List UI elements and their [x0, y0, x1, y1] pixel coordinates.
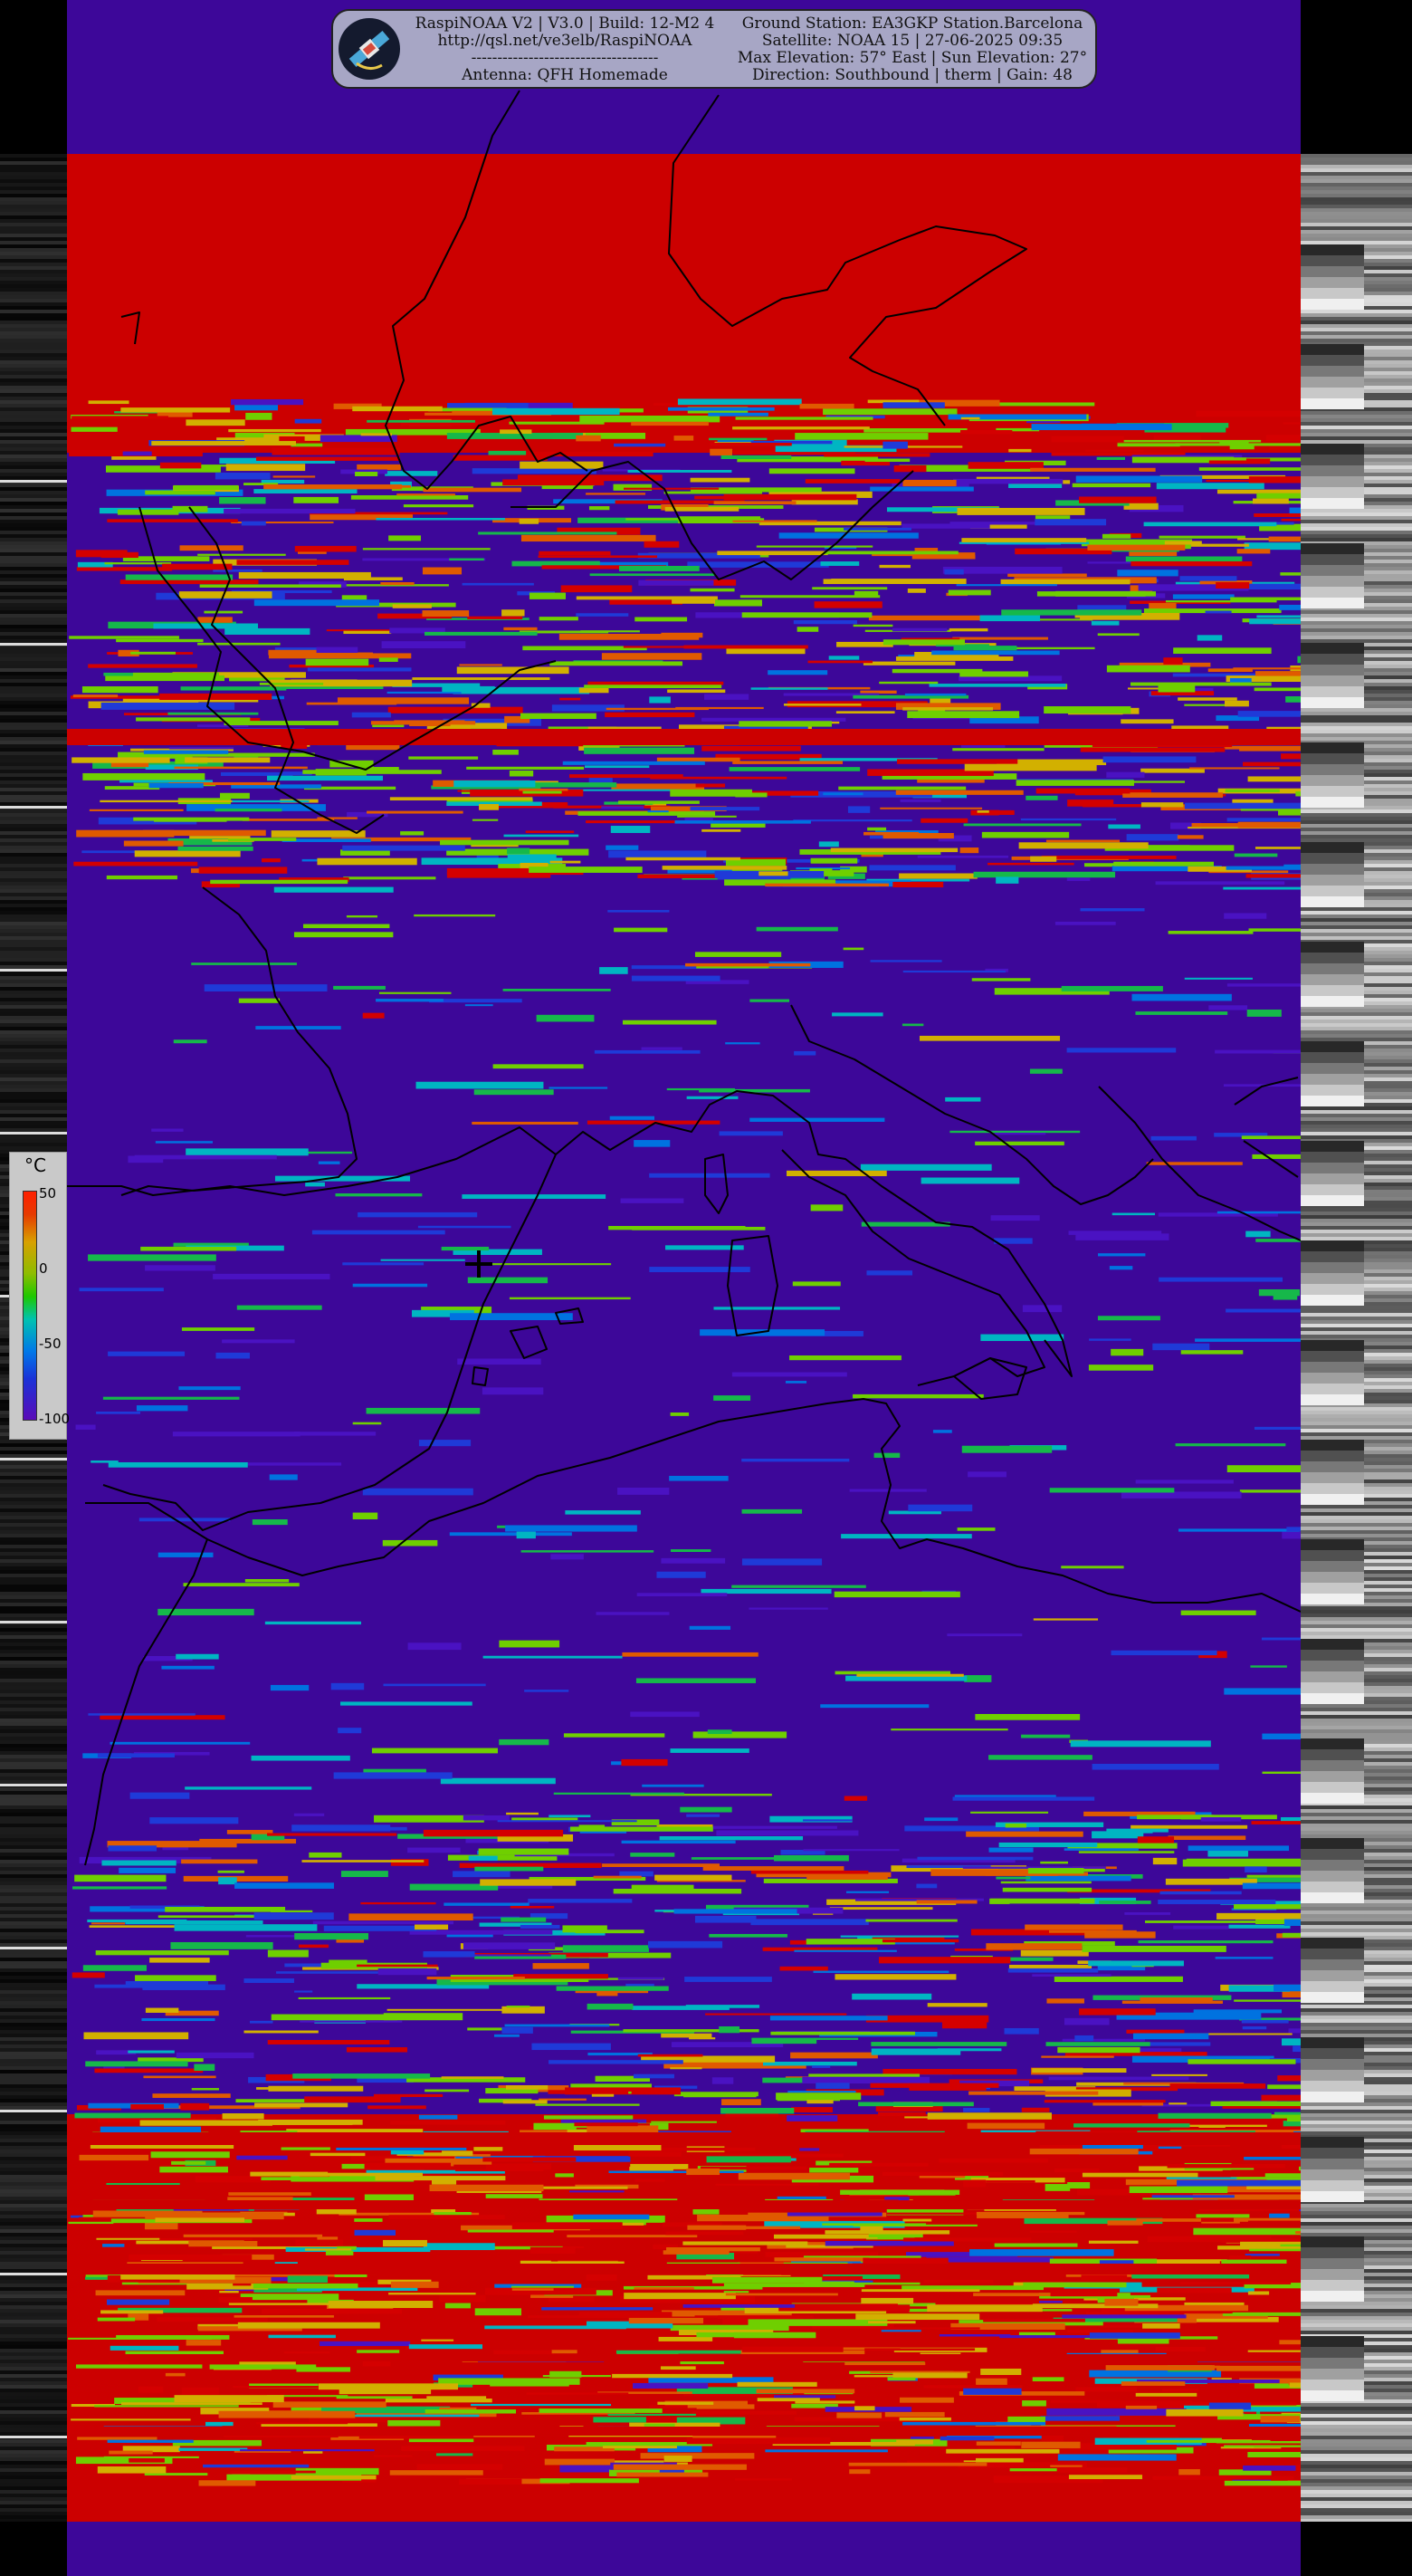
antenna-info: Antenna: QFH Homemade	[462, 66, 668, 84]
software-version: RaspiNOAA V2 | V3.0 | Build: 12-M2 4	[415, 14, 715, 33]
legend-tick-minus-100: -100	[39, 1411, 71, 1427]
crosshair-icon	[465, 1250, 492, 1278]
satellite-logo-icon	[339, 18, 400, 80]
software-info: RaspiNOAA V2 | V3.0 | Build: 12-M2 4 htt…	[402, 15, 728, 84]
pass-info-panel: RaspiNOAA V2 | V3.0 | Build: 12-M2 4 htt…	[331, 9, 1097, 89]
ground-station: Ground Station: EA3GKP Station.Barcelona	[741, 14, 1083, 33]
elevation-info: Max Elevation: 57° East | Sun Elevation:…	[737, 49, 1088, 67]
legend-unit: °C	[24, 1154, 46, 1176]
satellite-datetime: Satellite: NOAA 15 | 27-06-2025 09:35	[761, 32, 1064, 50]
legend-color-bar	[23, 1191, 37, 1421]
temperature-legend: °C 50 0 -50 -100	[9, 1152, 71, 1440]
legend-tick-minus-50: -50	[39, 1336, 62, 1352]
direction-mode-gain: Direction: Southbound | therm | Gain: 48	[752, 66, 1073, 84]
legend-tick-0: 0	[39, 1260, 48, 1277]
satellite-image: °C 50 0 -50 -100 RaspiNOAA V2 | V3.0 | B…	[0, 0, 1412, 2576]
right-telemetry-strip	[1301, 154, 1412, 2522]
legend-tick-50: 50	[39, 1185, 57, 1202]
website-link: http://qsl.net/ve3elb/RaspiNOAA	[437, 32, 692, 50]
thermal-map	[67, 0, 1301, 2576]
pass-details: Ground Station: EA3GKP Station.Barcelona…	[731, 15, 1093, 84]
separator-line: ------------------------------------	[471, 49, 659, 67]
